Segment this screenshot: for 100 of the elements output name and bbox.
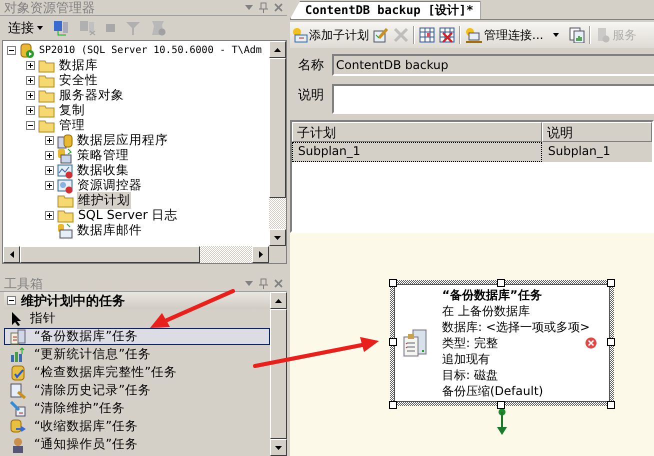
add-plan-icon [292, 27, 308, 43]
resize-handle[interactable] [389, 338, 397, 346]
pin-icon[interactable] [259, 278, 268, 289]
toolbox-item[interactable]: 指针 [4, 310, 270, 327]
expand-toggle[interactable] [26, 106, 35, 115]
resize-handle[interactable] [389, 401, 397, 409]
column-header[interactable]: 子计划 [292, 122, 542, 142]
category-header[interactable]: 维护计划中的任务 [4, 292, 270, 309]
table-cell[interactable]: Subplan_1 [292, 142, 542, 162]
tree-item[interactable]: 维护计划 [77, 192, 131, 209]
toolbox-item[interactable]: “收缩数据库”任务 [4, 418, 270, 435]
resize-handle[interactable] [389, 279, 397, 287]
tree-item[interactable]: 数据库邮件 [76, 222, 143, 239]
expand-toggle[interactable] [26, 91, 35, 100]
database-server-icon [19, 42, 35, 58]
expand-toggle[interactable] [45, 151, 54, 160]
resize-handle[interactable] [607, 338, 615, 346]
document-tab[interactable]: ContentDB backup [设计]* [290, 1, 480, 19]
expand-toggle[interactable] [45, 166, 54, 175]
tree-item[interactable]: 复制 [58, 102, 86, 119]
table-cell[interactable]: Subplan_1 [542, 142, 652, 162]
scroll-left-icon[interactable] [10, 251, 14, 258]
expand-toggle[interactable] [26, 76, 35, 85]
description-field[interactable] [332, 84, 654, 114]
horizontal-scrollbar[interactable] [3, 246, 286, 263]
node-icon [57, 148, 73, 164]
collapse-toggle[interactable] [7, 46, 16, 55]
column-header[interactable]: 说明 [542, 122, 652, 142]
scroll-up-icon[interactable] [274, 48, 281, 52]
node-icon [57, 132, 73, 148]
task-detail: 目标: 磁盘 [442, 367, 499, 383]
toolbox-item[interactable]: “检查数据库完整性”任务 [4, 364, 270, 381]
scroll-up-icon[interactable] [275, 298, 282, 302]
task-detail: 追加现有 [442, 351, 491, 367]
toolbox-item[interactable]: “清除历史记录”任务 [4, 382, 270, 399]
pin-icon[interactable] [259, 2, 268, 13]
folder-icon [38, 118, 55, 132]
delete-icon [393, 27, 409, 43]
resize-handle[interactable] [607, 279, 615, 287]
task-detail: 数据库: <选择一项或多项> [442, 319, 590, 335]
folder-icon [38, 88, 55, 102]
expand-toggle[interactable] [26, 61, 35, 70]
scroll-down-icon[interactable] [275, 446, 282, 450]
toolbox-item[interactable]: “清除维护”任务 [4, 400, 270, 417]
toolbox-item[interactable]: “备份数据库”任务 [4, 328, 270, 345]
grid-icon [419, 27, 435, 43]
panel-title: 工具箱 [4, 276, 44, 292]
resize-handle[interactable] [607, 401, 615, 409]
toolbar-button[interactable] [439, 27, 455, 43]
precedence-arrow[interactable] [497, 408, 507, 436]
toolbar-button[interactable] [373, 27, 389, 43]
node-icon [57, 162, 73, 178]
scroll-right-icon[interactable] [258, 251, 262, 258]
tree-item[interactable]: SQL Server 日志 [77, 207, 179, 224]
toolbar-button[interactable] [419, 27, 435, 43]
task-icon [10, 400, 26, 416]
expand-toggle[interactable] [45, 211, 54, 220]
node-icon [57, 178, 73, 194]
folder-icon [38, 74, 55, 88]
close-icon[interactable] [274, 279, 283, 288]
connect-icon[interactable] [53, 20, 71, 36]
toolbar-button[interactable] [569, 27, 586, 43]
task-detail: 类型: 完整 [442, 335, 499, 351]
resize-handle[interactable] [497, 401, 505, 409]
toolbar-button[interactable]: 管理连接... [465, 26, 544, 44]
connect-button[interactable]: 连接 [6, 19, 45, 37]
tree-item[interactable]: 安全性 [58, 72, 99, 89]
resize-handle[interactable] [497, 279, 505, 287]
toolbar-button[interactable]: 添加子计划 [292, 26, 369, 44]
expand-toggle[interactable] [45, 136, 54, 145]
task-detail: 备份压缩(Default) [442, 383, 544, 399]
close-icon[interactable] [274, 3, 283, 12]
tree-item[interactable]: SP2010 (SQL Server 10.50.6000 - T\Adm [38, 45, 263, 56]
task-icon [10, 418, 26, 434]
dropdown-icon[interactable] [553, 33, 560, 37]
tree-item[interactable]: 管理 [58, 117, 86, 134]
task-box[interactable]: “备份数据库”任务 在 上备份数据库 数据库: <选择一项或多项> 类型: 完整 追加现有 目标: 磁盘 备份压缩(Default) [394, 284, 610, 402]
folder-icon [57, 208, 74, 222]
pointer-icon [10, 310, 22, 326]
collapse-toggle[interactable] [26, 121, 35, 130]
field-label: 名称 [298, 57, 325, 74]
grid-delete-icon [439, 27, 455, 43]
panel-title: 对象资源管理器 [4, 0, 96, 16]
tree-item[interactable]: 数据收集 [76, 162, 130, 179]
scroll-down-icon[interactable] [274, 236, 281, 240]
toolbox-item[interactable]: “通知操作员”任务 [4, 436, 270, 453]
tree-item[interactable]: 策略管理 [76, 147, 130, 164]
expand-toggle[interactable] [45, 181, 54, 190]
tree-item[interactable]: 服务器对象 [58, 87, 125, 104]
tree-item[interactable]: 资源调控器 [76, 177, 143, 194]
toolbox-item[interactable]: “更新统计信息”任务 [4, 346, 270, 363]
name-field[interactable]: ContentDB backup [332, 54, 654, 76]
task-icon [10, 436, 26, 452]
task-title: “备份数据库”任务 [442, 287, 543, 303]
task-icon [10, 382, 26, 398]
report-icon [569, 27, 586, 43]
collapse-icon[interactable] [7, 296, 16, 305]
task-icon [10, 346, 26, 362]
tree-item[interactable]: 数据库 [58, 57, 99, 74]
tree-item[interactable]: 数据层应用程序 [76, 132, 169, 149]
